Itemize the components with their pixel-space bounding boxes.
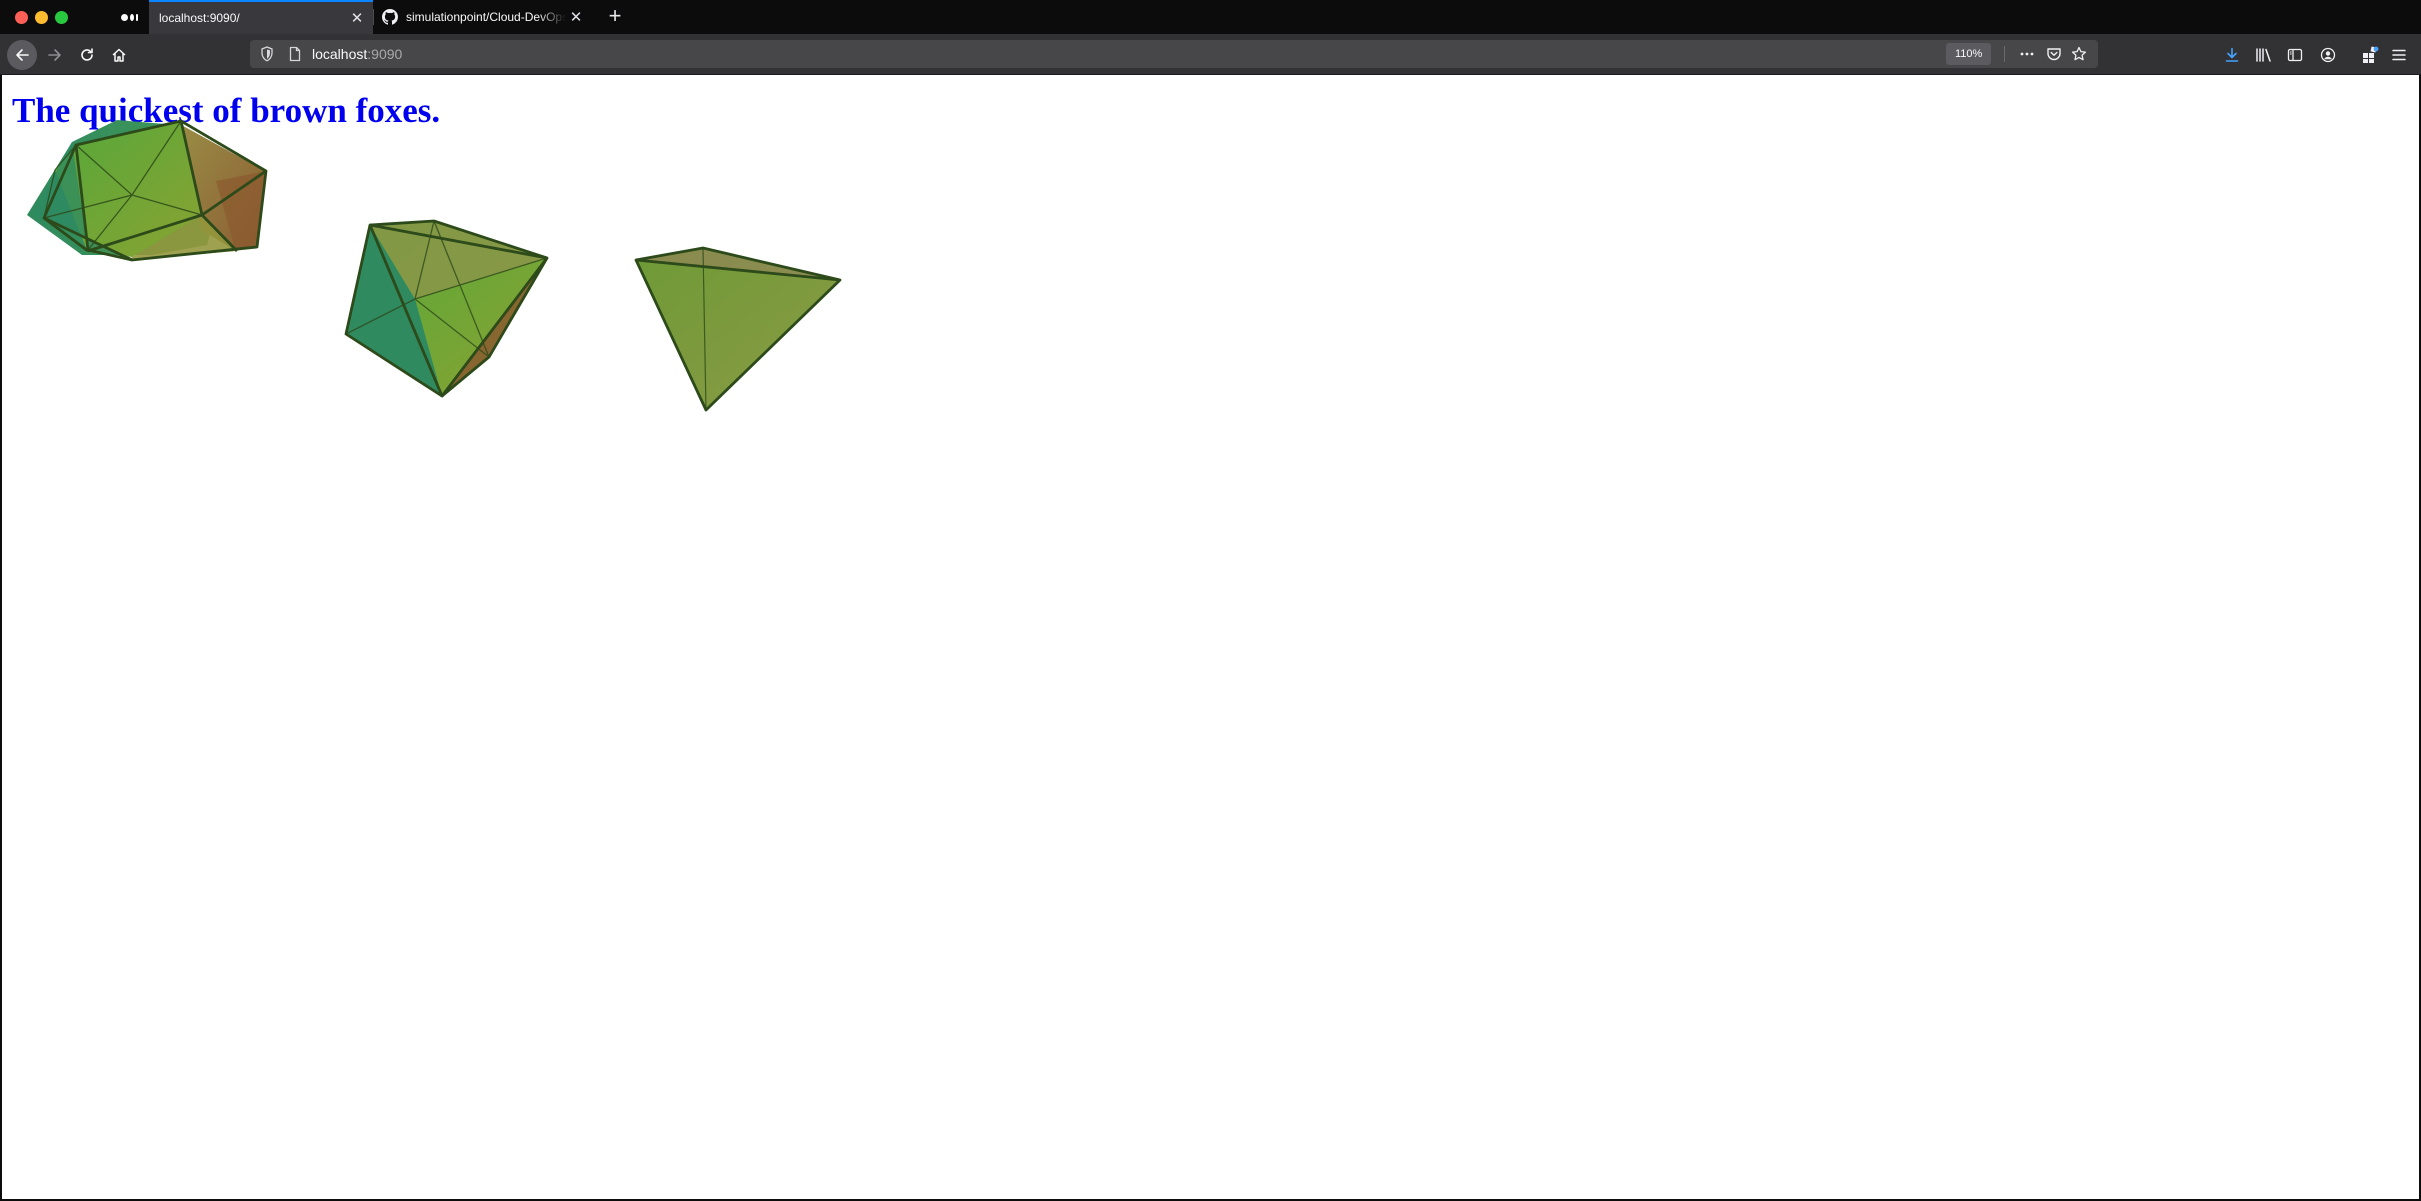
icosahedron-shape bbox=[27, 119, 268, 262]
back-button[interactable] bbox=[7, 40, 37, 70]
url-host: localhost bbox=[312, 46, 368, 62]
tab-title: localhost:9090/ bbox=[159, 11, 240, 25]
extensions-button[interactable] bbox=[2360, 45, 2380, 65]
close-tab-icon[interactable]: ✕ bbox=[566, 7, 586, 27]
home-icon bbox=[112, 48, 126, 62]
forward-arrow-icon bbox=[48, 49, 61, 61]
polyhedra-canvas bbox=[27, 119, 842, 412]
tetrahedron-shape bbox=[634, 246, 842, 412]
account-button[interactable] bbox=[2318, 45, 2338, 65]
library-icon bbox=[2256, 48, 2271, 62]
page-actions-button[interactable] bbox=[2018, 45, 2036, 63]
tab-github[interactable]: simulationpoint/Cloud-DevOps ✕ bbox=[374, 0, 592, 34]
tab-strip: localhost:9090/ ✕ simulationpoint/Cloud-… bbox=[0, 0, 2421, 34]
bookmark-star-button[interactable] bbox=[2070, 45, 2088, 63]
sidebar-icon bbox=[2287, 48, 2303, 62]
tracking-protection-shield-icon[interactable] bbox=[260, 46, 274, 62]
library-button[interactable] bbox=[2254, 45, 2274, 65]
url-text[interactable]: localhost:9090 bbox=[312, 46, 402, 62]
sidebar-toggle-button[interactable] bbox=[2285, 45, 2305, 65]
back-arrow-icon bbox=[16, 49, 29, 61]
zoom-level-badge[interactable]: 110% bbox=[1946, 43, 1992, 65]
reload-icon bbox=[81, 48, 93, 61]
forward-button[interactable] bbox=[40, 40, 70, 70]
close-window-button[interactable] bbox=[15, 11, 28, 24]
save-to-pocket-button[interactable] bbox=[2045, 45, 2063, 63]
downloads-button[interactable] bbox=[2222, 45, 2242, 65]
tab-pinned[interactable] bbox=[111, 0, 147, 34]
tab-title: simulationpoint/Cloud-DevOps bbox=[406, 10, 566, 24]
tab-active[interactable]: localhost:9090/ ✕ bbox=[149, 0, 373, 34]
page-content: The quickest of brown foxes. bbox=[2, 75, 2419, 1199]
maximize-window-button[interactable] bbox=[55, 11, 68, 24]
url-port: :9090 bbox=[367, 46, 403, 62]
more-dots-icon bbox=[2020, 52, 2034, 56]
url-separator bbox=[2004, 46, 2005, 62]
new-tab-button[interactable]: + bbox=[604, 5, 626, 28]
minimize-window-button[interactable] bbox=[35, 11, 48, 24]
browser-window: localhost:9090/ ✕ simulationpoint/Cloud-… bbox=[0, 0, 2421, 1201]
github-icon bbox=[382, 9, 398, 25]
reload-button[interactable] bbox=[72, 40, 102, 70]
medium-icon bbox=[120, 13, 138, 21]
pocket-icon bbox=[2047, 48, 2061, 61]
octahedron-shape bbox=[344, 219, 549, 398]
menu-button[interactable] bbox=[2389, 45, 2409, 65]
page-info-icon[interactable] bbox=[288, 46, 302, 62]
address-bar[interactable]: localhost:9090 110% bbox=[250, 40, 2098, 68]
nav-bar: localhost:9090 110% bbox=[0, 34, 2421, 75]
download-arrow-icon bbox=[2225, 47, 2239, 62]
close-tab-icon[interactable]: ✕ bbox=[347, 8, 367, 28]
hamburger-menu-icon bbox=[2392, 49, 2406, 61]
star-icon bbox=[2071, 46, 2087, 61]
puzzle-extensions-icon bbox=[2363, 46, 2379, 63]
account-icon bbox=[2320, 47, 2336, 63]
home-button[interactable] bbox=[104, 40, 134, 70]
